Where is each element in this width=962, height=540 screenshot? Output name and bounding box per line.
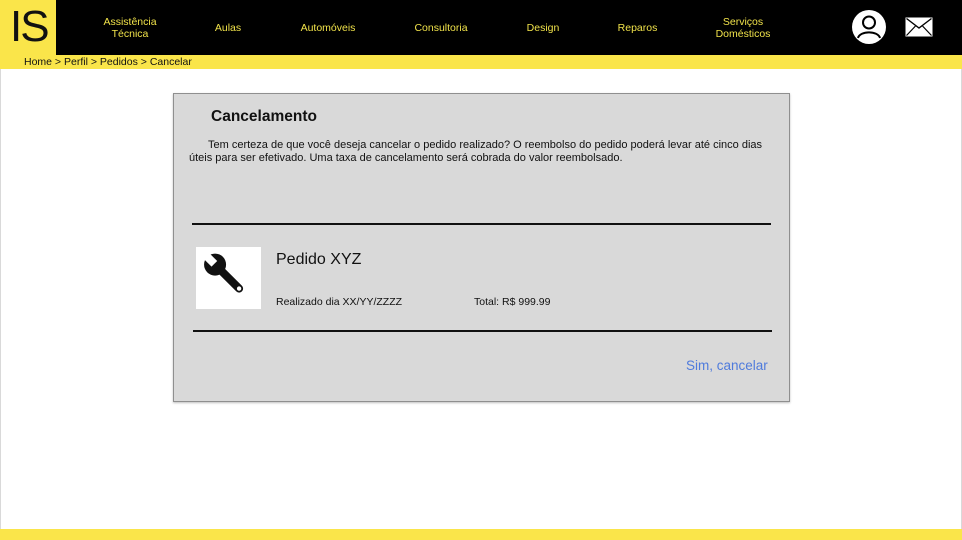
- divider: [193, 330, 772, 332]
- nav-item-reparos[interactable]: Reparos: [610, 0, 665, 55]
- nav-item-consultoria[interactable]: Consultoria: [406, 0, 476, 55]
- logo-text: IS: [10, 2, 50, 51]
- confirm-cancel-button[interactable]: Sim, cancelar: [686, 358, 768, 373]
- breadcrumb: Home > Perfil > Pedidos > Cancelar: [24, 55, 192, 69]
- breadcrumb-pedidos[interactable]: Pedidos: [100, 56, 138, 68]
- wrench-icon: [196, 247, 261, 309]
- dialog-message: Tem certeza de que você deseja cancelar …: [189, 139, 763, 164]
- breadcrumb-separator: >: [52, 56, 64, 68]
- breadcrumb-separator: >: [87, 56, 100, 68]
- top-navigation-bar: IS Assistência Técnica Aulas Automóveis C…: [0, 0, 962, 55]
- order-total: Total: R$ 999.99: [474, 296, 551, 308]
- nav-label-line2: Técnica: [111, 27, 149, 40]
- order-date: Realizado dia XX/YY/ZZZZ: [276, 296, 403, 308]
- mail-icon[interactable]: [905, 17, 933, 37]
- nav-item-aulas[interactable]: Aulas: [203, 0, 253, 55]
- nav-label: Design: [526, 21, 560, 34]
- nav-label: Automóveis: [300, 21, 356, 34]
- nav-item-assistencia-tecnica[interactable]: Assistência Técnica: [95, 0, 165, 55]
- nav-label-line2: Domésticos: [715, 27, 771, 40]
- breadcrumb-home[interactable]: Home: [24, 56, 52, 68]
- order-name: Pedido XYZ: [276, 251, 362, 268]
- nav-label: Consultoria: [414, 21, 468, 34]
- nav-label: Reparos: [617, 21, 658, 34]
- nav-item-automoveis[interactable]: Automóveis: [293, 0, 363, 55]
- logo[interactable]: IS: [0, 0, 56, 55]
- nav-item-design[interactable]: Design: [518, 0, 568, 55]
- dialog-title: Cancelamento: [211, 108, 317, 125]
- footer-bar: [0, 529, 962, 540]
- nav-label-line1: Assistência: [103, 15, 157, 28]
- nav-item-servicos-domesticos[interactable]: Serviços Domésticos: [705, 0, 781, 55]
- breadcrumb-current: Cancelar: [149, 56, 192, 68]
- nav-label: Aulas: [214, 21, 242, 34]
- divider: [192, 223, 771, 225]
- user-avatar-icon[interactable]: [852, 10, 886, 44]
- breadcrumb-separator: >: [137, 56, 150, 68]
- cancel-dialog: Cancelamento Tem certeza de que você des…: [173, 93, 790, 402]
- breadcrumb-perfil[interactable]: Perfil: [64, 56, 88, 68]
- nav-label-line1: Serviços: [722, 15, 764, 28]
